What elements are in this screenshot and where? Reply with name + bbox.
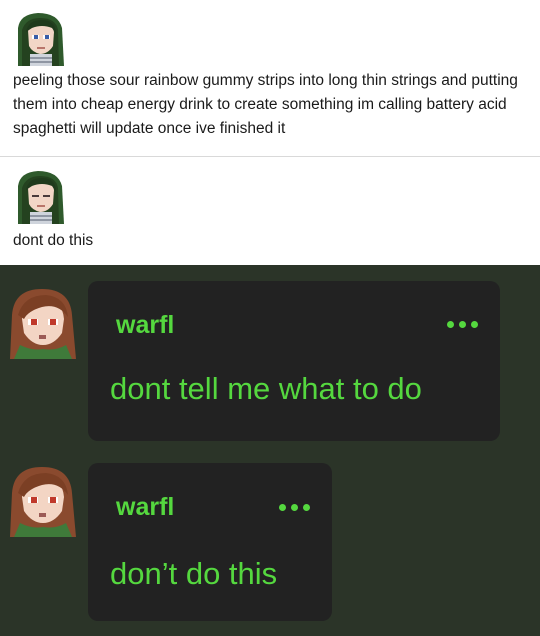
more-dots-icon[interactable] [447, 321, 478, 328]
post-text: dont do this [13, 232, 94, 249]
message-text: don’t do this [110, 556, 278, 591]
avatar[interactable] [6, 285, 80, 359]
red-eyed-portrait-icon [6, 285, 80, 359]
post-2: dont do this [0, 158, 540, 265]
avatar[interactable] [12, 10, 68, 66]
more-dots-icon[interactable] [279, 504, 310, 511]
chat-message: warfl don’t do this [88, 463, 332, 621]
avatar[interactable] [6, 463, 80, 537]
chat-message: warfl dont tell me what to do [88, 281, 500, 441]
chat-panel: warfl dont tell me what to do warfl don’… [0, 265, 540, 636]
username[interactable]: warfl [116, 311, 174, 340]
post-1: peeling those sour rainbow gummy strips … [0, 0, 540, 157]
red-eyed-portrait-icon [6, 463, 80, 537]
post-text: peeling those sour rainbow gummy strips … [13, 72, 518, 137]
avatar[interactable] [12, 168, 68, 224]
hooded-portrait-icon [12, 168, 68, 224]
hooded-portrait-icon [12, 10, 68, 66]
username[interactable]: warfl [116, 493, 174, 522]
message-text: dont tell me what to do [110, 371, 422, 406]
